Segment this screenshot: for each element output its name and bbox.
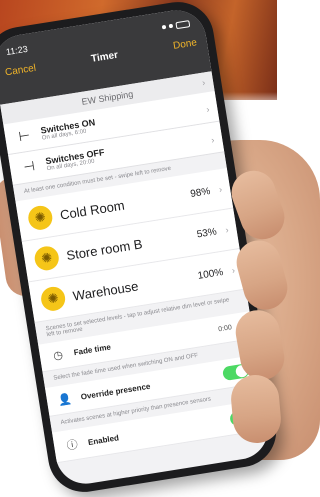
room-name: Cold Room: [58, 197, 126, 223]
info-icon: ⓘ: [65, 438, 79, 453]
room-level: 98%: [189, 185, 212, 200]
bulb-icon: ✺: [26, 204, 55, 232]
room-level: 100%: [196, 266, 224, 282]
chevron-right-icon: ›: [224, 224, 230, 235]
chevron-right-icon: ›: [218, 184, 223, 195]
chevron-right-icon: ›: [231, 265, 236, 276]
chevron-right-icon: ›: [210, 134, 216, 146]
bulb-icon: ✺: [39, 285, 67, 313]
person-icon: 👤: [57, 392, 73, 407]
room-level: 53%: [195, 225, 218, 240]
page-title: Timer: [90, 49, 119, 65]
room-name: Warehouse: [71, 277, 140, 304]
switch-on-icon: ⊢: [17, 127, 32, 145]
fade-time-value: 0:00: [217, 324, 233, 334]
chevron-right-icon: ›: [205, 104, 211, 115]
status-icons: [161, 18, 191, 32]
cancel-button[interactable]: Cancel: [4, 63, 36, 79]
room-name: Store room B: [65, 235, 144, 263]
bulb-icon: ✺: [33, 244, 61, 273]
clock-icon: ◷: [52, 349, 64, 363]
battery-icon: [175, 19, 191, 29]
signal-icon: [161, 24, 167, 30]
switch-off-icon: ⊣: [22, 158, 36, 175]
chevron-right-icon: ›: [201, 77, 206, 88]
wifi-icon: [168, 23, 174, 29]
status-time: 11:23: [5, 43, 29, 58]
done-button[interactable]: Done: [172, 37, 197, 52]
